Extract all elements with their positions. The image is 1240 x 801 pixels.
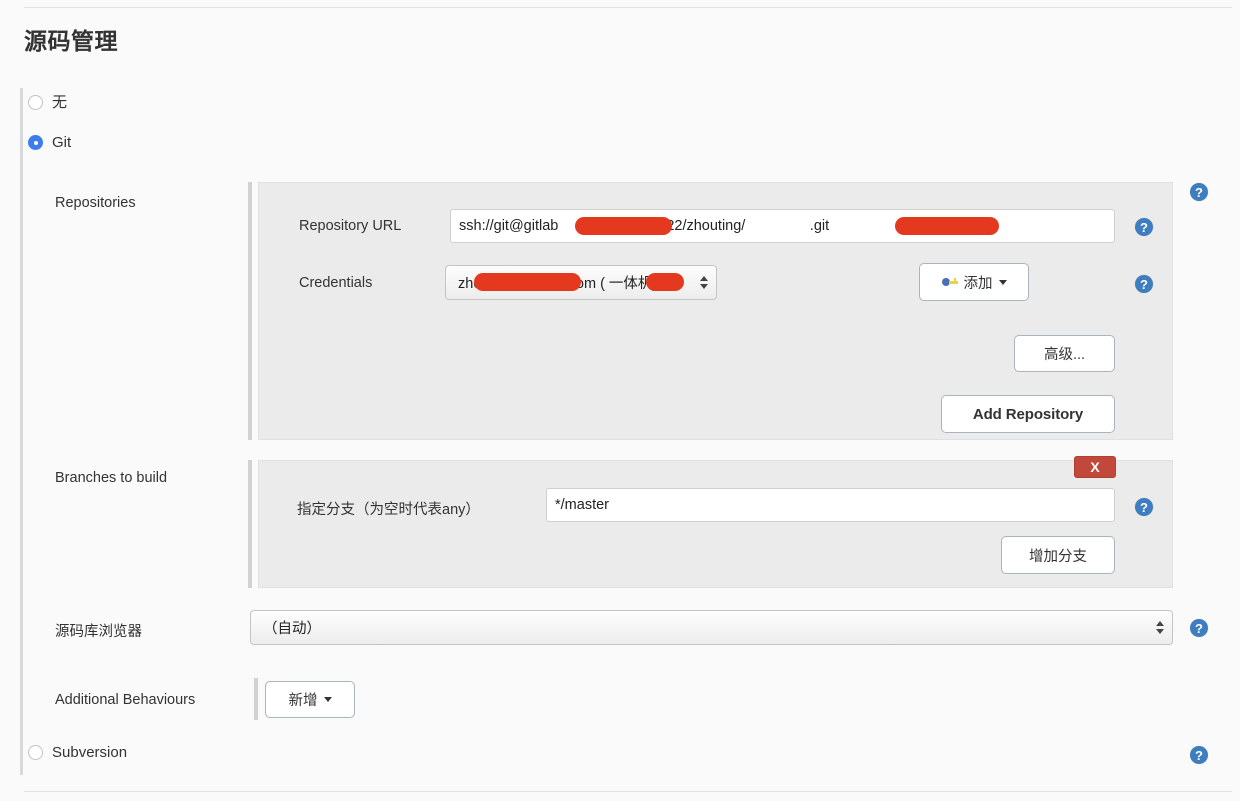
bottom-divider (24, 791, 1232, 792)
add-behaviour-label: 新增 (288, 693, 318, 709)
repositories-panel: Repository URL ? Credentials zhouting ( … (258, 182, 1173, 440)
radio-git-indicator[interactable] (28, 135, 43, 150)
credentials-selected-value: zhouting ( @163.com ( 一体机) ) (458, 276, 667, 292)
help-icon-repository-browser[interactable]: ? (1190, 619, 1208, 637)
repositories-accent-bar (248, 182, 252, 440)
repository-browser-stepper-arrows[interactable] (1155, 619, 1164, 637)
add-behaviour-button[interactable]: 新增 (265, 681, 355, 718)
radio-git-label: Git (52, 134, 72, 151)
repository-browser-label: 源码库浏览器 (55, 624, 142, 640)
additional-behaviours-label: Additional Behaviours (55, 692, 196, 708)
repositories-label: Repositories (55, 195, 136, 211)
help-icon-repositories[interactable]: ? (1190, 183, 1208, 201)
top-divider (24, 7, 1232, 8)
repository-browser-selected-value: （自动） (263, 621, 321, 637)
help-icon-credentials[interactable]: ? (1135, 275, 1153, 293)
credentials-label: Credentials (299, 275, 373, 291)
add-credentials-label: 添加 (963, 275, 993, 292)
add-repository-button[interactable]: Add Repository (941, 395, 1115, 433)
help-icon-repository-url[interactable]: ? (1135, 218, 1153, 236)
radio-subversion-label: Subversion (52, 744, 128, 761)
help-icon-subversion[interactable]: ? (1190, 746, 1208, 764)
repository-browser-select[interactable]: （自动） (250, 610, 1173, 645)
key-icon (941, 277, 958, 287)
repository-url-label: Repository URL (299, 218, 402, 234)
scm-block-left-rule (20, 88, 23, 775)
branches-panel: 指定分支（为空时代表any） X ? 增加分支 (258, 456, 1173, 588)
credentials-stepper-arrows[interactable] (699, 274, 708, 292)
scm-config-page: 源码管理 无 Git Repositories Repository URL ?… (0, 0, 1240, 801)
chevron-down-icon (998, 279, 1007, 285)
additional-behaviours-accent-bar (254, 678, 258, 720)
scm-radio-git[interactable]: Git (28, 135, 71, 150)
radio-none-label: 无 (52, 94, 68, 111)
scm-radio-subversion[interactable]: Subversion (28, 745, 127, 760)
help-icon-branch-spec[interactable]: ? (1135, 498, 1153, 516)
repository-url-input[interactable] (450, 209, 1115, 243)
branch-spec-input[interactable] (546, 488, 1115, 522)
scm-radio-none[interactable]: 无 (28, 95, 67, 110)
add-branch-button[interactable]: 增加分支 (1001, 536, 1115, 574)
advanced-button[interactable]: 高级... (1014, 335, 1115, 372)
radio-subversion-indicator[interactable] (28, 745, 43, 760)
credentials-select[interactable]: zhouting ( @163.com ( 一体机) ) (445, 265, 717, 300)
branch-spec-label: 指定分支（为空时代表any） (297, 502, 480, 518)
branches-label: Branches to build (55, 470, 168, 486)
branches-accent-bar (248, 460, 252, 588)
chevron-down-icon-behaviours (323, 697, 332, 702)
add-credentials-button[interactable]: 添加 (919, 263, 1029, 301)
page-title: 源码管理 (24, 28, 118, 54)
delete-branch-button[interactable]: X (1074, 456, 1116, 478)
radio-none-indicator[interactable] (28, 95, 43, 110)
